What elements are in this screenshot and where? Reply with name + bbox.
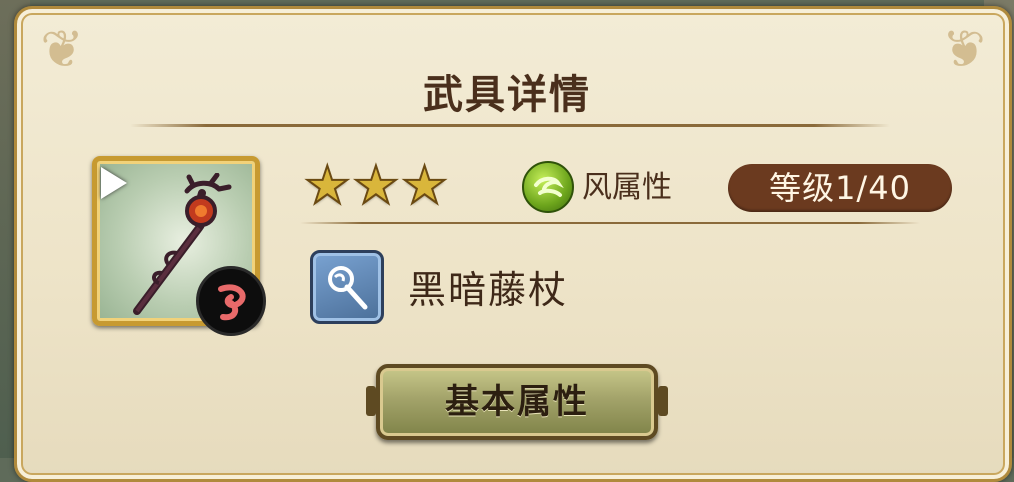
basic-attributes-button[interactable]: 基本属性 [366, 364, 668, 440]
title-divider [130, 124, 890, 127]
level-badge: 等级1/40 [728, 164, 952, 212]
element-badge-icon [196, 266, 266, 336]
star-icon: ★ [400, 156, 449, 216]
star-icon: ★ [303, 156, 352, 216]
info-divider [300, 222, 920, 224]
wind-element-icon [522, 161, 574, 213]
panel-title: 武具详情 [423, 72, 591, 118]
star-icon: ★ [352, 156, 401, 216]
staff-type-icon [310, 250, 384, 324]
weapon-name: 黑暗藤杖 [408, 268, 569, 312]
attribute-label: 风属性 [582, 170, 672, 205]
rarity-stars: ★ ★ ★ [303, 156, 449, 216]
